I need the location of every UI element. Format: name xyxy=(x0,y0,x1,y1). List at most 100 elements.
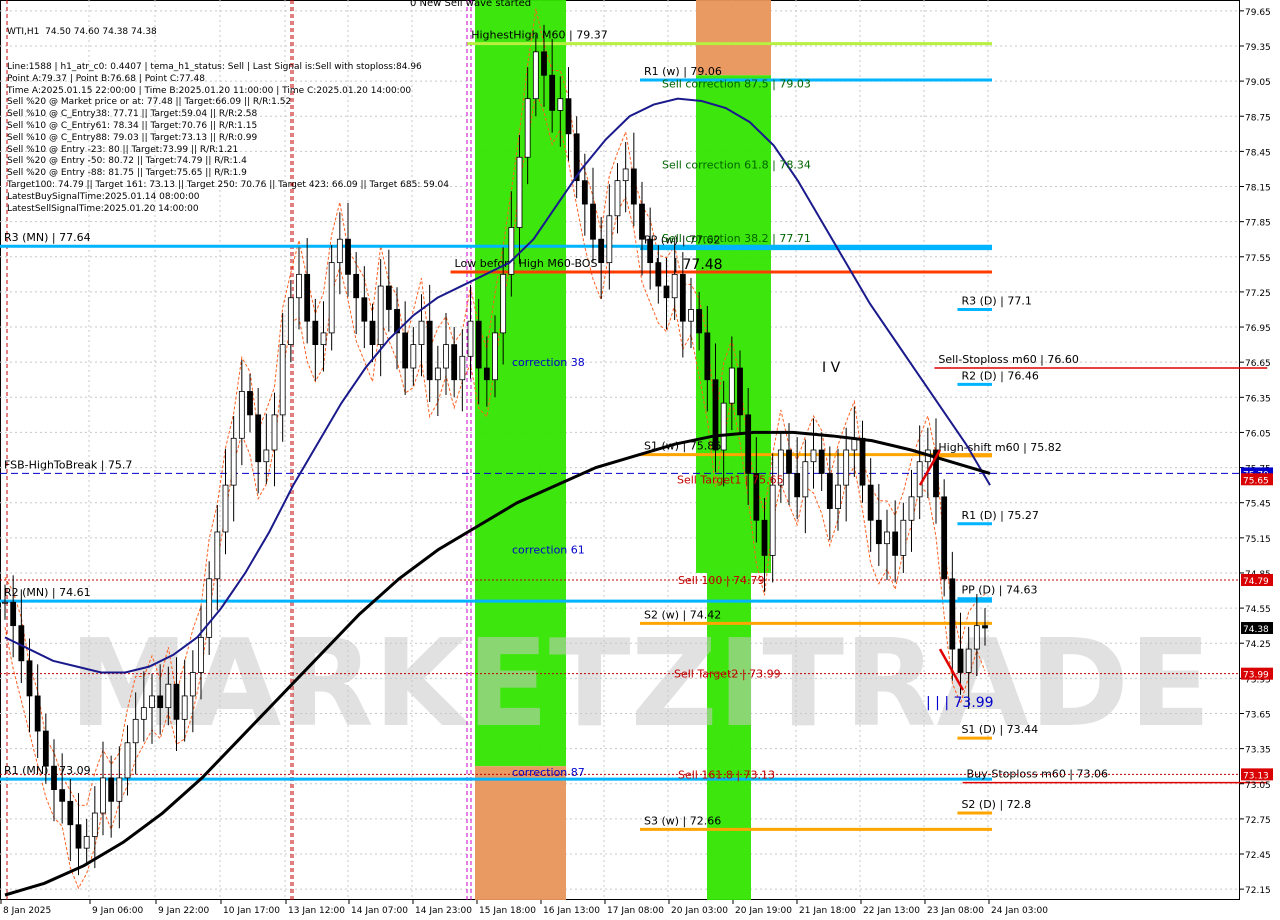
candle-body xyxy=(18,625,25,662)
candle-body xyxy=(565,98,572,135)
candle-body xyxy=(590,203,596,240)
candle-body xyxy=(622,168,629,182)
candle-body xyxy=(238,391,245,439)
candle-body xyxy=(598,238,605,264)
candle-body xyxy=(189,672,196,697)
y-tick-label: 79.35 xyxy=(1245,43,1271,53)
level-label: High-shift m60 | 75.82 xyxy=(938,441,1061,454)
candle-body xyxy=(443,344,449,369)
candle-body xyxy=(663,285,670,299)
candle-body xyxy=(859,437,866,486)
candle-body xyxy=(2,601,8,604)
annotation: Sell Target1 | 75.65 xyxy=(677,473,784,486)
candle-body xyxy=(418,320,425,346)
candle-body xyxy=(255,414,262,463)
level-label: Low before High M60-BOS xyxy=(455,257,598,270)
info-line: Line:1588 | h1_atr_c0: 0.4407 | tema_h1_… xyxy=(7,61,422,72)
x-tick-label: 22 Jan 13:00 xyxy=(863,906,920,916)
y-tick-label: 73.05 xyxy=(1245,781,1271,791)
candle-body xyxy=(434,367,441,381)
candle-body xyxy=(320,332,327,346)
candle-body xyxy=(42,730,49,767)
annotation: Sell correction 38.2 | 77.71 xyxy=(662,232,811,245)
candle-body xyxy=(10,601,17,627)
x-tick-label: 14 Jan 07:00 xyxy=(351,906,408,916)
y-tick-label: 75.45 xyxy=(1245,500,1271,510)
candle-body xyxy=(214,531,221,580)
candle-body xyxy=(508,227,515,275)
candle-body xyxy=(100,777,106,814)
info-line: Sell %10 @ C_Entry88: 79.03 || Target:73… xyxy=(7,132,258,143)
candle-body xyxy=(296,273,302,299)
y-tick-label: 77.25 xyxy=(1245,289,1271,299)
candle-body xyxy=(426,320,433,381)
level-label: S1 (D) | 73.44 xyxy=(961,723,1038,736)
price-labels: 75.7075.6574.7974.3873.9973.13 xyxy=(1241,467,1273,781)
info-line: Sell %20 @ Market price or at: 77.48 || … xyxy=(7,97,292,108)
level-label: S2 (D) | 72.8 xyxy=(961,798,1031,811)
candle-body xyxy=(737,367,743,416)
candle-body xyxy=(941,496,948,580)
candle-body xyxy=(483,367,490,381)
candle-body xyxy=(884,531,890,545)
info-line: Sell %20 @ Entry -88: 81.75 || Target:75… xyxy=(7,168,247,179)
candle-body xyxy=(149,695,155,709)
candle-body xyxy=(26,660,33,697)
candle-body xyxy=(982,625,988,629)
level-label: R1 (D) | 75.27 xyxy=(961,509,1038,522)
candle-body xyxy=(91,812,98,837)
y-tick-label: 76.65 xyxy=(1245,359,1271,369)
price-label-text: 75.65 xyxy=(1243,476,1269,486)
x-tick-label: 16 Jan 13:00 xyxy=(543,906,600,916)
candle-body xyxy=(59,789,66,802)
candle-body xyxy=(679,273,686,322)
candle-body xyxy=(467,320,474,357)
candle-body xyxy=(728,367,735,404)
y-tick-label: 78.75 xyxy=(1245,113,1271,123)
candle-body xyxy=(336,238,343,264)
candle-body xyxy=(949,578,956,650)
candle-body xyxy=(826,473,833,509)
candle-body xyxy=(794,473,801,498)
candle-body xyxy=(965,648,972,673)
annotation: Sell Target2 | 73.99 xyxy=(674,668,781,681)
y-tick-label: 72.15 xyxy=(1245,886,1271,896)
candle-body xyxy=(957,648,964,673)
info-panel: WTI,H1 74.50 74.60 74.38 74.38 Line:1588… xyxy=(7,3,449,214)
candle-body xyxy=(410,344,417,369)
y-tick-label: 75.15 xyxy=(1245,535,1271,545)
candle-body xyxy=(671,273,678,299)
candle-body xyxy=(786,449,792,474)
candle-body xyxy=(761,519,768,556)
candle-body xyxy=(516,156,523,228)
candle-body xyxy=(328,262,335,334)
x-tick-label: 20 Jan 19:00 xyxy=(735,906,792,916)
candle-body xyxy=(402,332,409,369)
y-tick-label: 72.75 xyxy=(1245,816,1271,826)
x-tick-label: 9 Jan 06:00 xyxy=(92,906,144,916)
candle-body xyxy=(222,484,229,533)
info-line: LatestBuySignalTime:2025.01.14 08:00:00 xyxy=(7,191,200,202)
candle-body xyxy=(451,344,458,381)
level-label: R3 (D) | 77.1 xyxy=(961,294,1031,307)
info-line: Sell %10 @ C_Entry38: 77.71 || Target:59… xyxy=(7,109,258,120)
candle-body xyxy=(802,461,809,498)
candle-body xyxy=(557,98,564,111)
candle-body xyxy=(353,273,360,299)
watermark: MARKETZITRADE xyxy=(69,615,1211,754)
level-label: R2 (D) | 76.46 xyxy=(961,369,1038,382)
candle-body xyxy=(843,449,850,486)
candle-body xyxy=(712,379,719,451)
candle-body xyxy=(810,449,817,463)
level-label: Sell-Stoploss m60 | 76.60 xyxy=(938,353,1079,366)
annotation: correction 61 xyxy=(512,544,585,557)
x-tick-label: 9 Jan 22:00 xyxy=(158,906,210,916)
x-tick-label: 20 Jan 03:00 xyxy=(671,906,728,916)
candle-body xyxy=(492,332,498,381)
candle-body xyxy=(116,777,123,802)
candle-body xyxy=(287,297,294,346)
candle-body xyxy=(108,777,115,802)
level-label: FSB-HighToBreak | 75.7 xyxy=(4,458,132,471)
candle-body xyxy=(279,344,286,416)
candle-body xyxy=(361,297,368,322)
